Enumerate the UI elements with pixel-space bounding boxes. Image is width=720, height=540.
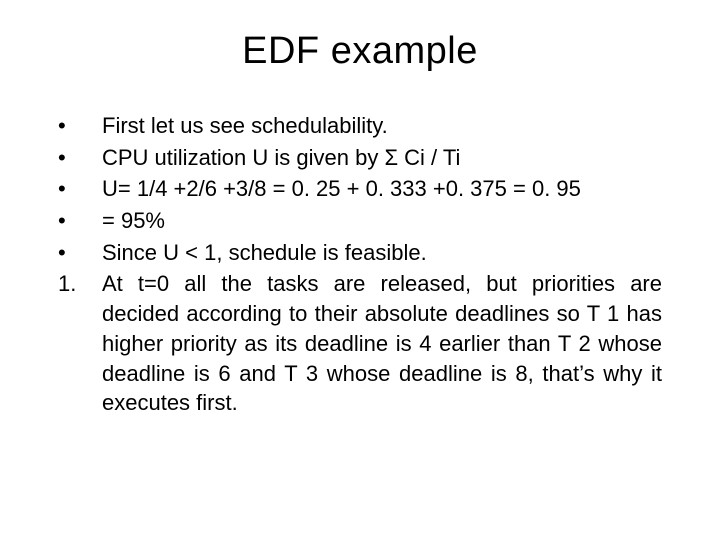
list-item: •Since U < 1, schedule is feasible. (58, 238, 662, 268)
list-text: CPU utilization U is given by Σ Ci / Ti (102, 143, 662, 173)
list-item: 1.At t=0 all the tasks are released, but… (58, 269, 662, 417)
slide: EDF example •First let us see schedulabi… (0, 0, 720, 540)
list-item: •CPU utilization U is given by Σ Ci / Ti (58, 143, 662, 173)
list-item: •First let us see schedulability. (58, 111, 662, 141)
list-marker: 1. (58, 269, 102, 299)
list-marker: • (58, 174, 102, 204)
list-text: At t=0 all the tasks are released, but p… (102, 269, 662, 417)
list-marker: • (58, 206, 102, 236)
list-item: •= 95% (58, 206, 662, 236)
list-item: •U= 1/4 +2/6 +3/8 = 0. 25 + 0. 333 +0. 3… (58, 174, 662, 204)
list-text: First let us see schedulability. (102, 111, 662, 141)
list-marker: • (58, 238, 102, 268)
slide-body: •First let us see schedulability.•CPU ut… (58, 111, 662, 418)
list-text: = 95% (102, 206, 662, 236)
list-text: U= 1/4 +2/6 +3/8 = 0. 25 + 0. 333 +0. 37… (102, 174, 662, 204)
list-marker: • (58, 143, 102, 173)
list-text: Since U < 1, schedule is feasible. (102, 238, 662, 268)
list-marker: • (58, 111, 102, 141)
slide-title: EDF example (58, 30, 662, 73)
